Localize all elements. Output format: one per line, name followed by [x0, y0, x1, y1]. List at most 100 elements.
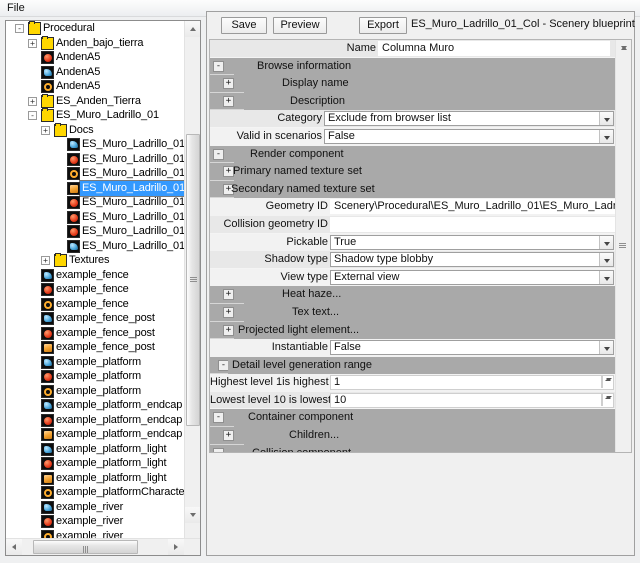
tree-item[interactable]: example_fence: [6, 297, 184, 312]
expand-icon[interactable]: +: [28, 39, 37, 48]
collapse-icon[interactable]: -: [213, 149, 224, 160]
expand-icon[interactable]: +: [41, 256, 50, 265]
collapse-icon[interactable]: -: [213, 412, 224, 423]
tree-item[interactable]: example_fence_post: [6, 311, 184, 326]
folder-icon: [41, 109, 54, 122]
property-dropdown[interactable]: Exclude from browser list: [324, 111, 614, 126]
spinner-down-icon[interactable]: [602, 394, 603, 406]
property-text-field[interactable]: Scenery\Procedural\ES_Muro_Ladrillo_01\E…: [330, 199, 616, 214]
chevron-down-icon[interactable]: [599, 236, 613, 249]
property-dropdown[interactable]: Shadow type blobby: [330, 252, 614, 267]
tree-item[interactable]: ES_Muro_Ladrillo_01: [6, 166, 184, 181]
asset-tree[interactable]: -Procedural+Anden_bajo_tierraAndenA5Ande…: [6, 21, 184, 540]
preview-button[interactable]: Preview: [273, 17, 327, 34]
tree-scroll-up-button[interactable]: [185, 21, 201, 37]
expand-icon[interactable]: +: [223, 325, 234, 336]
tree-item[interactable]: ES_Muro_Ladrillo_01: [6, 137, 184, 152]
tree-item[interactable]: ES_Muro_Ladrillo_01c: [6, 224, 184, 239]
tree-item[interactable]: example_river: [6, 514, 184, 529]
tree-item[interactable]: -Procedural: [6, 21, 184, 36]
tree-item[interactable]: ES_Muro_Ladrillo_01_Col: [6, 181, 184, 196]
tree-scroll-down-button[interactable]: [185, 507, 201, 523]
tree-scroll-thumb[interactable]: [186, 134, 200, 426]
tree-item[interactable]: example_platform_endcap: [6, 398, 184, 413]
property-row: CategoryExclude from browser list: [210, 110, 616, 128]
tree-item[interactable]: ES_Muro_Ladrillo_01b: [6, 210, 184, 225]
tree-item[interactable]: example_fence_post: [6, 326, 184, 341]
mesh-icon: [41, 443, 54, 456]
folder-icon: [41, 37, 54, 50]
chevron-down-icon[interactable]: [599, 253, 613, 266]
chevron-down-glyph: [604, 277, 610, 281]
expand-icon[interactable]: +: [41, 126, 50, 135]
spinner-down-icon[interactable]: [602, 376, 603, 388]
scenery-blueprint-editor-window: File -Procedural+Anden_bajo_tierraAndenA…: [0, 0, 640, 563]
collapse-icon[interactable]: -: [213, 61, 224, 72]
tree-item[interactable]: +Anden_bajo_tierra: [6, 36, 184, 51]
tree-item[interactable]: example_platform_light: [6, 471, 184, 486]
tree-item[interactable]: example_platform: [6, 369, 184, 384]
tree-item[interactable]: example_platform_light: [6, 456, 184, 471]
collapse-icon[interactable]: -: [28, 111, 37, 120]
tree-vertical-scrollbar[interactable]: [184, 21, 200, 540]
tree-item[interactable]: example_platform_endcap: [6, 427, 184, 442]
save-button[interactable]: Save: [221, 17, 267, 34]
property-text-field[interactable]: Columna Muro: [378, 41, 610, 56]
tree-scroll-right-button[interactable]: [168, 539, 184, 555]
tree-item[interactable]: example_fence: [6, 282, 184, 297]
spinner-buttons[interactable]: [601, 394, 613, 407]
tree-item[interactable]: AndenA5: [6, 50, 184, 65]
property-dropdown[interactable]: External view: [330, 270, 614, 285]
expand-icon[interactable]: +: [223, 96, 234, 107]
tree-item[interactable]: example_platform_light: [6, 442, 184, 457]
chevron-down-icon[interactable]: [599, 271, 613, 284]
property-grid-rows[interactable]: NameColumna Muro-Browse information+Disp…: [210, 40, 616, 452]
tree-item[interactable]: example_platform: [6, 384, 184, 399]
tree-item[interactable]: AndenA5: [6, 65, 184, 80]
property-dropdown[interactable]: False: [324, 129, 614, 144]
tree-item[interactable]: +ES_Anden_Tierra: [6, 94, 184, 109]
property-spinner[interactable]: 1: [330, 375, 614, 390]
property-spinner[interactable]: 10: [330, 393, 614, 408]
grid-vertical-scrollbar[interactable]: [615, 40, 631, 452]
red-icon: [67, 153, 80, 166]
mesh-icon: [67, 138, 80, 151]
property-text-field[interactable]: [330, 217, 616, 232]
tree-item[interactable]: example_platformCharacters: [6, 485, 184, 500]
tree-item[interactable]: ES_Muro_Ladrillo_01a: [6, 195, 184, 210]
property-dropdown[interactable]: True: [330, 235, 614, 250]
tree-item-label: example_fence_post: [54, 340, 155, 355]
expand-icon[interactable]: +: [223, 78, 234, 89]
spinner-buttons[interactable]: [601, 376, 613, 389]
expand-icon[interactable]: +: [223, 430, 234, 441]
collapse-icon[interactable]: -: [213, 448, 224, 452]
chevron-down-icon[interactable]: [599, 112, 613, 125]
tree-item[interactable]: example_river: [6, 500, 184, 515]
tree-item[interactable]: example_fence_post: [6, 340, 184, 355]
tree-hscroll-thumb[interactable]: [33, 540, 138, 554]
tree-item[interactable]: example_platform_endcap: [6, 413, 184, 428]
grid-scroll-thumb[interactable]: [616, 40, 631, 395]
property-group-row: -Container component: [210, 409, 616, 427]
export-button[interactable]: Export: [359, 17, 407, 34]
expand-icon[interactable]: +: [28, 97, 37, 106]
tree-item[interactable]: example_fence: [6, 268, 184, 283]
tree-item[interactable]: -ES_Muro_Ladrillo_01: [6, 108, 184, 123]
tree-item[interactable]: +Docs: [6, 123, 184, 138]
chevron-down-icon[interactable]: [599, 130, 613, 143]
menu-file[interactable]: File: [0, 0, 32, 17]
chevron-down-icon[interactable]: [599, 341, 613, 354]
red-icon: [41, 327, 54, 340]
collapse-icon[interactable]: -: [15, 24, 24, 33]
tree-item[interactable]: +Textures: [6, 253, 184, 268]
tree-horizontal-scrollbar[interactable]: [6, 538, 201, 555]
tree-item[interactable]: AndenA5: [6, 79, 184, 94]
tree-item[interactable]: example_platform: [6, 355, 184, 370]
tree-item-label: AndenA5: [54, 79, 100, 94]
tree-item[interactable]: ES_Muro_Ladrillo_01Col: [6, 239, 184, 254]
tree-scroll-left-button[interactable]: [6, 539, 22, 555]
property-dropdown[interactable]: False: [330, 340, 614, 355]
expand-icon[interactable]: +: [223, 307, 234, 318]
expand-icon[interactable]: +: [223, 289, 234, 300]
tree-item[interactable]: ES_Muro_Ladrillo_01: [6, 152, 184, 167]
